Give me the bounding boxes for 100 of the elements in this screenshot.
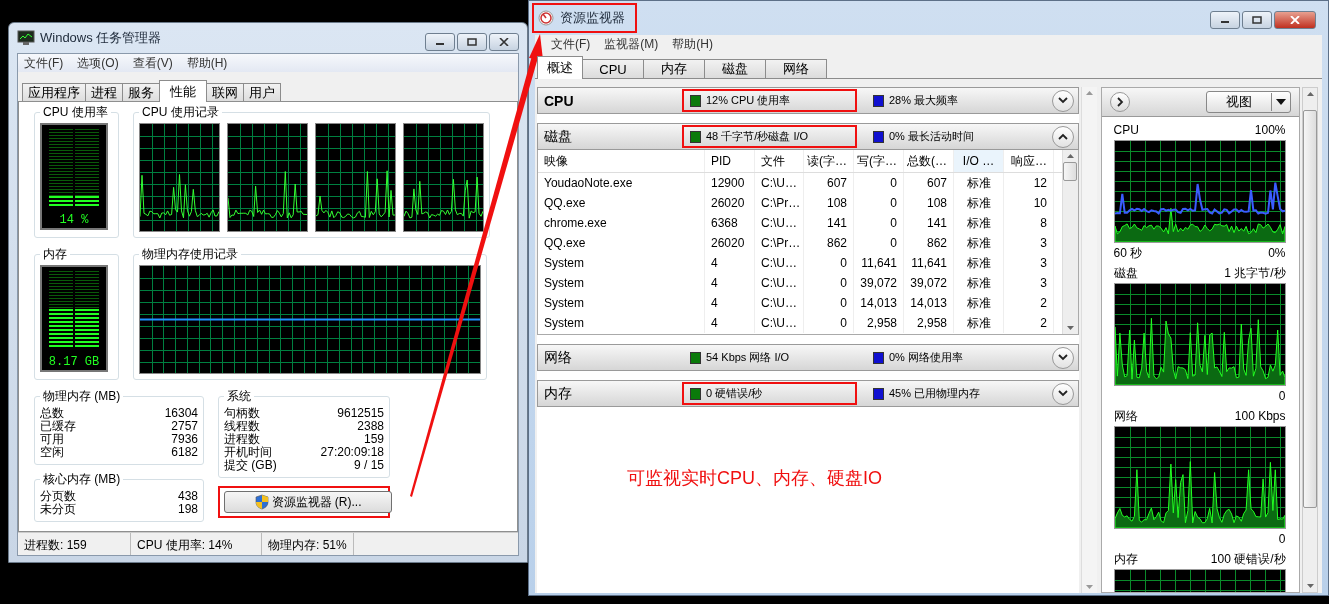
- menu-item[interactable]: 文件(F): [24, 54, 64, 72]
- section-stat: 12% CPU 使用率: [706, 93, 791, 108]
- scroll-thumb[interactable]: [1303, 110, 1317, 508]
- table-cell: 2,958: [854, 313, 904, 333]
- indicator-icon: [690, 351, 701, 364]
- expand-button[interactable]: [1051, 346, 1074, 369]
- stat-label: 未分页: [40, 503, 76, 516]
- section-header[interactable]: CPU 12% CPU 使用率 28% 最大频率: [537, 87, 1079, 114]
- maximize-button[interactable]: [1242, 11, 1272, 29]
- table-cell: 26020: [705, 233, 755, 253]
- expand-button[interactable]: [1051, 382, 1074, 405]
- table-cell: 标准: [954, 193, 1004, 213]
- chart-floor: 0%: [1268, 246, 1286, 261]
- scrollbar[interactable]: [1061, 150, 1078, 334]
- stat-value: 16304: [164, 407, 198, 420]
- table-row[interactable]: System 4 C:\U… 0 2,958 2,958 标准 2: [538, 313, 1062, 333]
- collapse-button[interactable]: [1109, 92, 1130, 112]
- tab[interactable]: 磁盘: [704, 59, 766, 78]
- column-header[interactable]: 映像: [538, 150, 705, 172]
- column-header[interactable]: PID: [705, 150, 755, 172]
- section-header[interactable]: 磁盘 48 千字节/秒磁盘 I/O 0% 最长活动时间: [537, 123, 1079, 150]
- maximize-button[interactable]: [457, 33, 487, 51]
- column-header[interactable]: 写(字…: [854, 150, 904, 172]
- table-cell: 0: [804, 253, 854, 273]
- table-cell: 标准: [954, 273, 1004, 293]
- table-row[interactable]: System 4 C:\U… 0 11,641 11,641 标准 3: [538, 253, 1062, 273]
- tab[interactable]: 概述: [537, 56, 583, 79]
- table-cell: 26020: [705, 193, 755, 213]
- section-header[interactable]: 网络 54 Kbps 网络 I/O 0% 网络使用率: [537, 344, 1079, 371]
- table-cell: C:\U…: [755, 313, 804, 333]
- menu-item[interactable]: 帮助(H): [186, 54, 228, 72]
- menu-item[interactable]: 查看(V): [132, 54, 173, 72]
- table-cell: 11,641: [904, 253, 954, 273]
- stat-value: 6182: [171, 446, 198, 459]
- column-header[interactable]: I/O …: [954, 150, 1004, 172]
- scrollbar[interactable]: [1302, 87, 1318, 593]
- tab[interactable]: 性能: [159, 80, 207, 102]
- arrow-down-icon: [1305, 584, 1315, 589]
- stat-label: 句柄数: [224, 407, 260, 420]
- arrow-up-icon: [1305, 91, 1315, 96]
- meter-reading: 8.17 GB: [48, 355, 100, 369]
- stat-value: 9612515: [337, 407, 384, 420]
- tab[interactable]: 内存: [643, 59, 705, 78]
- table-cell: 607: [904, 173, 954, 193]
- table-cell: 39,072: [904, 273, 954, 293]
- expand-button[interactable]: [1051, 125, 1074, 148]
- chart-title: 磁盘: [1113, 266, 1138, 281]
- table-cell: 14,013: [904, 293, 954, 313]
- table-cell: C:\U…: [755, 273, 804, 293]
- table-row[interactable]: System 4 C:\U… 0 39,072 39,072 标准 3: [538, 273, 1062, 293]
- section-title: 磁盘: [544, 127, 573, 146]
- table-cell: C:\U…: [755, 173, 804, 193]
- table-row[interactable]: QQ.exe 26020 C:\Pr… 108 0 108 标准 10: [538, 193, 1062, 213]
- menu-item[interactable]: 帮助(H): [672, 35, 713, 53]
- table-row[interactable]: QQ.exe 26020 C:\Pr… 862 0 862 标准 3: [538, 233, 1062, 253]
- chevron-down-icon: [1057, 354, 1068, 361]
- table-cell: 8: [1004, 213, 1054, 233]
- stat-value: 198: [177, 503, 198, 516]
- view-dropdown[interactable]: 视图: [1206, 91, 1291, 113]
- stat-value: 2757: [171, 420, 198, 433]
- stat-value: 7936: [171, 433, 198, 446]
- menu-item[interactable]: 选项(O): [77, 54, 119, 72]
- close-button[interactable]: [1274, 11, 1316, 29]
- maximize-icon: [1252, 16, 1262, 24]
- scrollbar[interactable]: [1080, 87, 1097, 593]
- column-header[interactable]: 读(字…: [804, 150, 854, 172]
- chevron-right-icon: [1115, 97, 1124, 107]
- chart-scale: 100 Kbps: [1234, 409, 1286, 424]
- chart-title: 内存: [1113, 552, 1138, 567]
- table-cell: 0: [804, 313, 854, 333]
- section-header[interactable]: 内存 0 硬错误/秒 45% 已用物理内存: [537, 380, 1079, 407]
- column-header[interactable]: 响应…: [1004, 150, 1054, 172]
- table-cell: 标准: [954, 313, 1004, 333]
- caret-icon: [1276, 99, 1286, 105]
- table-row[interactable]: chrome.exe 6368 C:\U… 141 0 141 标准 8: [538, 213, 1062, 233]
- table-cell: 标准: [954, 173, 1004, 193]
- tab[interactable]: 网络: [765, 59, 827, 78]
- arrow-down-icon: [1084, 585, 1094, 590]
- resource-monitor-button[interactable]: 资源监视器 (R)...: [224, 491, 392, 513]
- expand-button[interactable]: [1051, 89, 1074, 112]
- close-button[interactable]: [489, 33, 519, 51]
- minimize-button[interactable]: [1210, 11, 1240, 29]
- table-row[interactable]: System 4 C:\U… 0 14,013 14,013 标准 2: [538, 293, 1062, 313]
- minimize-button[interactable]: [425, 33, 455, 51]
- table-cell: 2: [1004, 293, 1054, 313]
- table-cell: 4: [705, 313, 755, 333]
- chart-scale: 1 兆字节/秒: [1224, 266, 1286, 281]
- stat-label: 空闲: [40, 446, 64, 459]
- scroll-thumb[interactable]: [1063, 162, 1078, 181]
- menu-item[interactable]: 文件(F): [551, 35, 591, 53]
- tab[interactable]: CPU: [582, 59, 644, 78]
- section-title: CPU: [544, 92, 575, 109]
- menu-item[interactable]: 监视器(M): [604, 35, 659, 53]
- meter-reading: 14 %: [59, 213, 89, 227]
- column-header[interactable]: 文件: [755, 150, 804, 172]
- group-title: 核心内存 (MB): [42, 471, 122, 488]
- arrow-up-icon: [1084, 90, 1094, 95]
- table-row[interactable]: YoudaoNote.exe 12900 C:\U… 607 0 607 标准 12: [538, 173, 1062, 193]
- indicator-icon: [690, 94, 701, 107]
- maximize-icon: [467, 38, 477, 46]
